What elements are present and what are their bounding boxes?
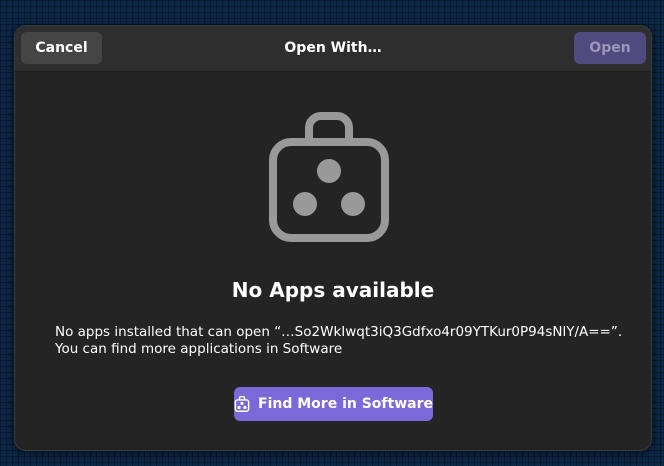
open-button[interactable]: Open [574,32,646,64]
find-more-in-software-button[interactable]: Find More in Software [234,387,433,421]
headerbar: Cancel Open With… Open [15,26,651,72]
dialog-title: Open With… [284,40,382,56]
status-heading: No Apps available [231,278,435,302]
software-bag-icon [234,396,250,412]
software-bag-icon [269,112,389,242]
message-line-1: No apps installed that can open “…So2WkI… [55,324,623,340]
open-with-dialog: Cancel Open With… Open No Apps available… [14,25,652,451]
status-message: No apps installed that can open “…So2WkI… [55,324,635,358]
find-more-button-label: Find More in Software [258,396,433,412]
message-line-2: You can find more applications in Softwa… [55,341,343,357]
